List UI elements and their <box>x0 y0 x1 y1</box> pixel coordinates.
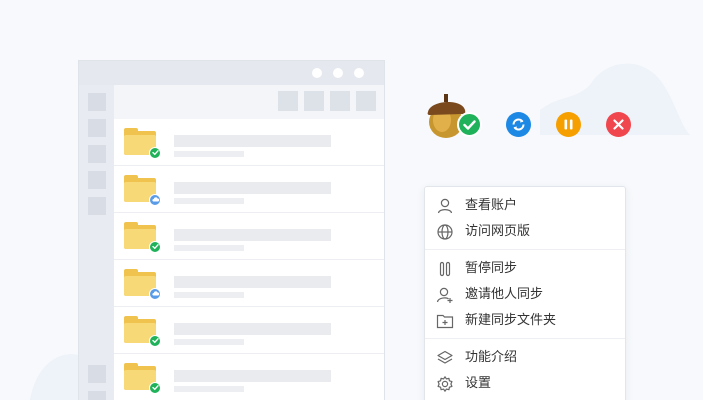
menu-divider <box>425 338 625 339</box>
folder-icon <box>124 362 161 394</box>
menu-item-settings[interactable]: 设置 <box>425 371 625 397</box>
file-meta-placeholder <box>174 198 244 204</box>
sidebar-item[interactable] <box>88 197 106 215</box>
file-row[interactable] <box>114 307 384 354</box>
menu-item-pause-sync[interactable]: 暂停同步 <box>425 256 625 282</box>
file-name-placeholder <box>174 135 331 147</box>
window-dot-icon[interactable] <box>312 68 322 78</box>
menu-item-label: 查看账户 <box>465 198 518 213</box>
window-dot-icon[interactable] <box>354 68 364 78</box>
folder-icon <box>124 315 161 347</box>
user-icon <box>436 197 454 215</box>
folder-icon <box>124 268 161 300</box>
menu-item-label: 功能介绍 <box>465 350 518 365</box>
synced-check-icon <box>149 335 161 347</box>
synced-check-icon <box>149 241 161 253</box>
folder-icon <box>124 221 161 253</box>
menu-item-view-account[interactable]: 查看账户 <box>425 193 625 219</box>
file-row[interactable] <box>114 119 384 166</box>
file-name-placeholder <box>174 323 331 335</box>
synced-check-icon <box>149 147 161 159</box>
window-titlebar <box>79 61 384 85</box>
cloud-icon <box>149 288 161 300</box>
file-row[interactable] <box>114 166 384 213</box>
sidebar-item[interactable] <box>88 365 106 383</box>
menu-item-invite-sync[interactable]: 邀请他人同步 <box>425 282 625 308</box>
toolbar-button[interactable] <box>304 91 324 111</box>
add-user-icon <box>436 286 454 304</box>
file-meta-placeholder <box>174 386 244 392</box>
file-row[interactable] <box>114 213 384 260</box>
sidebar-item[interactable] <box>88 391 106 400</box>
globe-icon <box>436 223 454 241</box>
toolbar-button[interactable] <box>356 91 376 111</box>
cloud-icon <box>149 194 161 206</box>
window-sidebar <box>79 85 114 400</box>
acorn-app-icon[interactable] <box>424 90 484 140</box>
file-row[interactable] <box>114 260 384 307</box>
file-row[interactable] <box>114 354 384 400</box>
pause-icon[interactable] <box>556 112 581 137</box>
context-menu: 查看账户 访问网页版 暂停同步 邀请他人同步 新建同步文件夹 功能介绍 设置 <box>424 186 626 400</box>
file-window <box>78 60 385 400</box>
sidebar-item[interactable] <box>88 171 106 189</box>
menu-item-label: 新建同步文件夹 <box>465 313 557 328</box>
menu-item-visit-web[interactable]: 访问网页版 <box>425 219 625 245</box>
menu-item-features[interactable]: 功能介绍 <box>425 345 625 371</box>
sidebar-item[interactable] <box>88 93 106 111</box>
window-toolbar <box>114 85 384 119</box>
toolbar-button[interactable] <box>330 91 350 111</box>
file-name-placeholder <box>174 182 331 194</box>
synced-check-icon <box>149 382 161 394</box>
sync-icon[interactable] <box>506 112 531 137</box>
folder-icon <box>124 174 161 206</box>
window-dot-icon[interactable] <box>333 68 343 78</box>
toolbar-button[interactable] <box>278 91 298 111</box>
menu-item-label: 邀请他人同步 <box>465 287 544 302</box>
menu-item-label: 访问网页版 <box>465 224 531 239</box>
pause-icon <box>436 260 454 278</box>
gear-icon <box>436 375 454 393</box>
file-name-placeholder <box>174 229 331 241</box>
file-meta-placeholder <box>174 245 244 251</box>
file-meta-placeholder <box>174 292 244 298</box>
file-name-placeholder <box>174 370 331 382</box>
close-icon[interactable] <box>606 112 631 137</box>
sidebar-item[interactable] <box>88 145 106 163</box>
menu-item-label: 设置 <box>465 376 492 391</box>
menu-divider <box>425 249 625 250</box>
check-badge-icon <box>457 112 482 137</box>
folder-icon <box>124 127 161 159</box>
sidebar-item[interactable] <box>88 119 106 137</box>
file-name-placeholder <box>174 276 331 288</box>
menu-item-new-sync-folder[interactable]: 新建同步文件夹 <box>425 308 625 334</box>
layers-icon <box>436 349 454 367</box>
menu-item-label: 暂停同步 <box>465 261 518 276</box>
new-folder-icon <box>436 312 454 330</box>
file-meta-placeholder <box>174 339 244 345</box>
file-meta-placeholder <box>174 151 244 157</box>
